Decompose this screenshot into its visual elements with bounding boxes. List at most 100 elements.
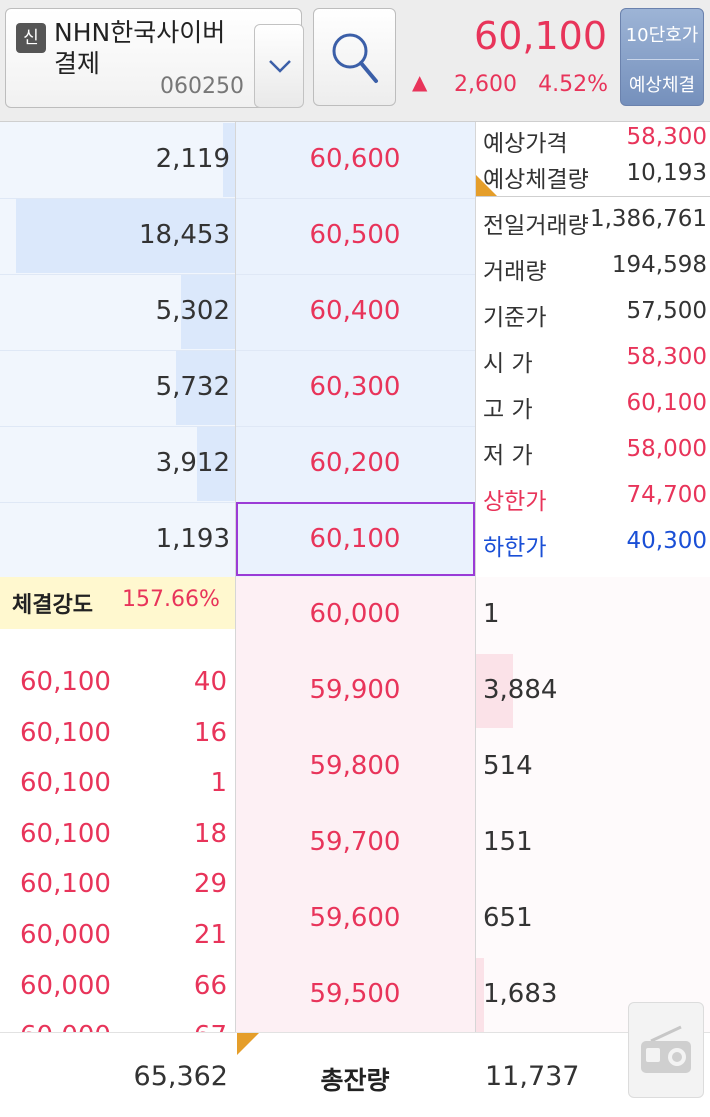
tick-price: 60,100 [20, 667, 111, 697]
tick-row: 60,100 1 [0, 760, 235, 810]
tick-quantity: 66 [193, 970, 227, 1001]
tick-row: 60,100 16 [0, 710, 235, 760]
radio-button[interactable] [628, 1002, 704, 1098]
tick-quantity: 40 [193, 667, 227, 697]
total-remaining-label: 총잔량 [320, 1066, 390, 1095]
info-divider [475, 196, 710, 197]
bid-price[interactable]: 59,800 [235, 751, 475, 781]
trade-strength-label: 체결강도 [12, 593, 93, 618]
stock-selector[interactable]: 신 NHN한국사이버결제 060250 [5, 8, 304, 108]
ask-quantity[interactable]: 18,453 [0, 220, 230, 250]
info-row: 고 가 60,100 [483, 384, 707, 424]
bid-quantity-area [475, 577, 710, 1032]
ask-price[interactable]: 60,600 [235, 144, 475, 174]
row-divider [0, 198, 475, 199]
bid-price-area [235, 577, 475, 1032]
info-row: 예상가격 58,300 [483, 118, 707, 158]
total-marker-icon [237, 1033, 259, 1055]
info-label: 하한가 [483, 535, 547, 561]
current-price-highlight [236, 502, 475, 576]
chevron-down-icon [269, 60, 291, 73]
row-divider [0, 350, 475, 351]
tick-price: 60,100 [20, 768, 111, 799]
info-label: 예상가격 [483, 131, 568, 157]
info-value: 10,193 [626, 160, 707, 186]
bid-quantity[interactable]: 151 [483, 827, 683, 857]
info-row: 예상체결량 10,193 [483, 154, 707, 194]
ask-quantity[interactable]: 5,732 [0, 372, 230, 402]
ask-quantity[interactable]: 1,193 [0, 524, 230, 554]
ten-level-quote-option[interactable]: 10단호가 [621, 21, 703, 47]
info-label: 시 가 [483, 351, 533, 377]
info-row: 거래량 194,598 [483, 246, 707, 286]
ask-price[interactable]: 60,300 [235, 372, 475, 402]
radio-icon [641, 1025, 691, 1073]
tick-quantity: 16 [193, 717, 227, 748]
info-row: 시 가 58,300 [483, 338, 707, 378]
total-remaining-bar: 65,362 총잔량 11,737 [0, 1032, 710, 1117]
ask-quantity[interactable]: 3,912 [0, 448, 230, 478]
tick-row: 60,000 67 [0, 1013, 235, 1032]
info-label: 전일거래량 [483, 213, 589, 239]
ask-price[interactable]: 60,500 [235, 220, 475, 250]
info-value: 74,700 [626, 482, 707, 508]
expected-trade-option[interactable]: 예상체결 [621, 71, 703, 97]
column-divider [235, 122, 236, 1117]
bid-quantity[interactable]: 3,884 [483, 675, 683, 705]
trade-strength-value: 157.66% [122, 587, 220, 612]
info-value: 1,386,761 [589, 206, 707, 232]
info-row: 하한가 40,300 [483, 522, 707, 562]
tick-row: 60,000 66 [0, 963, 235, 1013]
tick-price: 60,100 [20, 818, 111, 849]
bid-quantity[interactable]: 651 [483, 903, 683, 933]
info-value: 60,100 [626, 390, 707, 416]
search-button[interactable] [313, 8, 396, 106]
bid-price[interactable]: 59,600 [235, 903, 475, 933]
up-arrow-icon: ▲ [412, 70, 428, 94]
column-divider [475, 122, 476, 1117]
tick-quantity: 67 [194, 1021, 227, 1032]
stock-code: 060250 [160, 74, 244, 99]
tick-price: 60,100 [20, 869, 111, 900]
tick-price: 60,000 [20, 920, 111, 950]
total-ask-quantity: 65,362 [133, 1061, 228, 1092]
bid-price[interactable]: 59,500 [235, 979, 475, 1009]
info-row: 상한가 74,700 [483, 476, 707, 516]
view-option-toggle[interactable]: 10단호가 예상체결 [620, 8, 704, 106]
info-value: 58,000 [626, 436, 707, 462]
bid-quantity[interactable]: 1 [483, 599, 683, 629]
change-amount: 2,600 [454, 72, 517, 97]
bid-price[interactable]: 59,700 [235, 827, 475, 857]
bid-price[interactable]: 60,000 [235, 599, 475, 629]
info-value: 40,300 [626, 528, 707, 554]
order-book: 2,119 60,600 18,453 60,500 5,302 60,400 5,732 6… [0, 122, 710, 1117]
search-icon [332, 33, 378, 83]
tick-price: 60,000 [20, 970, 111, 1001]
info-value: 58,300 [626, 344, 707, 370]
ask-quantity[interactable]: 5,302 [0, 296, 230, 326]
info-value: 194,598 [611, 252, 707, 278]
ask-price[interactable]: 60,200 [235, 448, 475, 478]
info-value: 58,300 [626, 124, 707, 150]
bid-price[interactable]: 59,900 [235, 675, 475, 705]
price-change: ▲ 2,600 4.52% [412, 70, 608, 102]
row-divider [0, 274, 475, 275]
trade-strength: 체결강도 157.66% [0, 577, 235, 629]
info-row: 기준가 57,500 [483, 292, 707, 332]
bid-quantity[interactable]: 514 [483, 751, 683, 781]
info-row: 전일거래량 1,386,761 [483, 200, 707, 240]
ask-quantity[interactable]: 2,119 [0, 144, 230, 174]
tick-row: 60,100 29 [0, 861, 235, 911]
tick-quantity: 18 [193, 818, 227, 849]
tick-quantity: 1 [210, 768, 227, 799]
stock-dropdown-button[interactable] [254, 24, 304, 108]
tick-quantity: 29 [193, 869, 227, 900]
ask-price[interactable]: 60,400 [235, 296, 475, 326]
trade-tick-list[interactable]: 60,100 40 60,100 16 60,100 1 60,100 18 60,100 29 6… [0, 629, 235, 1032]
tick-row: 60,100 40 [0, 659, 235, 709]
info-label: 저 가 [483, 443, 533, 469]
info-value: 57,500 [626, 298, 707, 324]
info-label: 예상체결량 [483, 167, 589, 193]
info-row: 저 가 58,000 [483, 430, 707, 470]
stock-name: NHN한국사이버결제 [54, 18, 226, 78]
